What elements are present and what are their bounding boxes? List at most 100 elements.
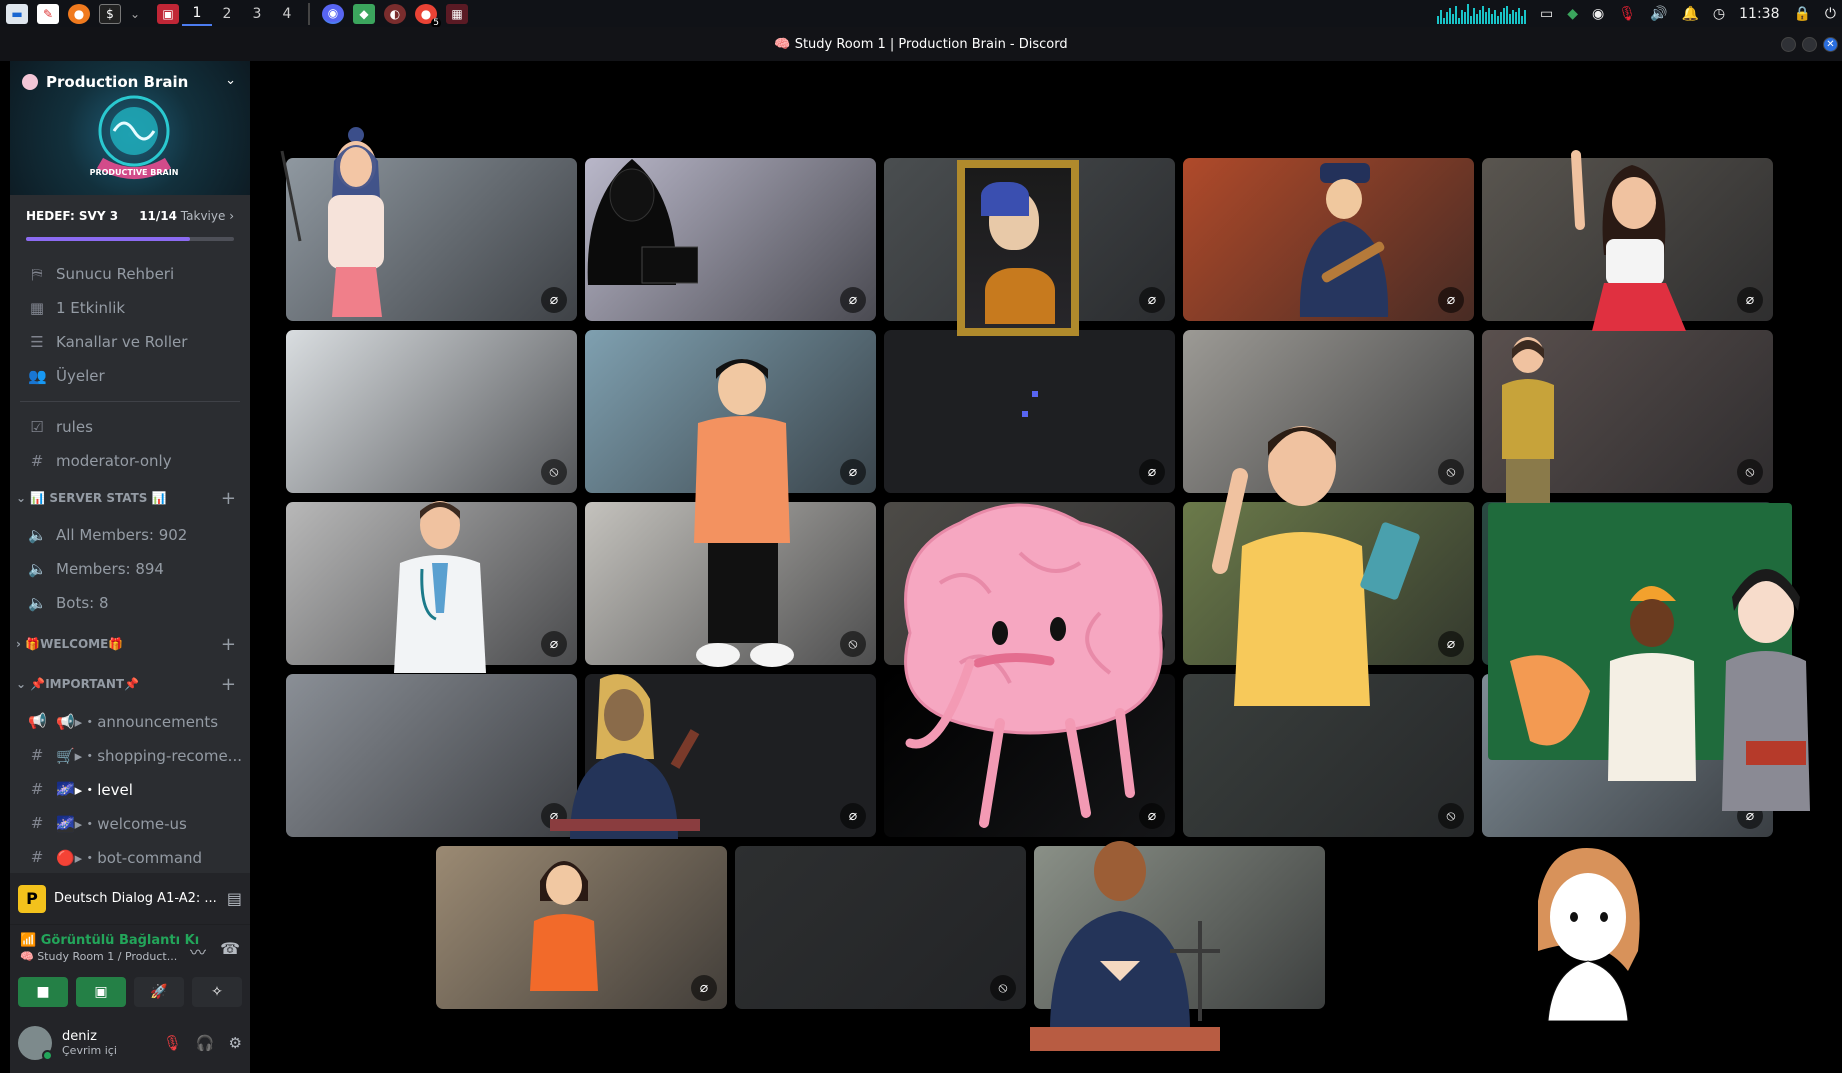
deafened-icon: ⦸ — [840, 631, 866, 657]
avatar[interactable] — [18, 1026, 53, 1061]
signal-icon: 📶 — [20, 933, 37, 948]
android-icon[interactable]: ◆ — [1567, 6, 1578, 22]
bell-icon[interactable]: 🔔 — [1681, 6, 1698, 22]
girl-presenter-sticker — [530, 861, 598, 991]
channel-bots[interactable]: 🔈 Bots: 8 — [10, 586, 250, 620]
channel-label: Members: 894 — [56, 560, 164, 578]
calendar-icon: ▦ — [29, 299, 45, 317]
files-icon[interactable]: ▬ — [6, 3, 28, 24]
nav-channels-roles[interactable]: ☰ Kanallar ve Roller — [10, 325, 250, 359]
mic-muted-icon[interactable]: 🎙 — [1618, 6, 1636, 22]
channel-rules[interactable]: ☑ rules — [10, 410, 250, 444]
nav-events[interactable]: ▦ 1 Etkinlik — [10, 291, 250, 325]
workspace-2[interactable]: 2 — [212, 2, 242, 26]
window-titlebar: 🧠 Study Room 1 | Production Brain - Disc… — [0, 27, 1842, 61]
workspace-1[interactable]: 1 — [182, 2, 212, 26]
terminal-icon[interactable]: $ — [99, 3, 121, 24]
video-tile[interactable]: ⦸ — [286, 330, 577, 493]
headphones-muted-icon[interactable]: 🎧 — [196, 1034, 215, 1052]
browser-icon[interactable]: ◐ — [384, 3, 406, 24]
channel-level[interactable]: # 🌌▸・level — [10, 772, 250, 806]
channel-members[interactable]: 🔈 Members: 894 — [10, 552, 250, 586]
noise-suppression-icon[interactable]: 〰 — [190, 939, 206, 963]
document-icon[interactable]: ✎ — [37, 3, 59, 24]
chevron-right-icon: › — [16, 637, 21, 651]
mic-muted-icon: ⌀ — [1438, 287, 1464, 313]
category-important[interactable]: ⌄ 📌IMPORTANT📌 + — [10, 664, 250, 704]
category-server-stats[interactable]: ⌄ 📊 SERVER STATS 📊 + — [10, 478, 250, 518]
gear-icon[interactable]: ⚙ — [229, 1034, 242, 1052]
discord-icon[interactable]: ◉ — [1592, 6, 1604, 22]
mic-muted-icon: ⌀ — [541, 287, 567, 313]
chevron-down-icon[interactable]: ⌄ — [225, 73, 236, 88]
activity-menu-icon[interactable]: ▤ — [227, 889, 242, 908]
channel-announcements[interactable]: 📢 📢▸・announcements — [10, 704, 250, 738]
activity-label: Deutsch Dialog A1-A2: ... — [54, 891, 217, 906]
video-tile[interactable]: ⌀ — [286, 674, 577, 837]
android-icon[interactable]: ◆ — [353, 3, 375, 24]
brain-mascot-sticker — [904, 503, 1163, 828]
channel-shopping[interactable]: # 🛒▸・shopping-recome... — [10, 738, 250, 772]
plus-icon[interactable]: + — [221, 634, 236, 655]
deafened-icon: ⦸ — [1737, 459, 1763, 485]
video-tile[interactable]: ⦸ — [735, 846, 1026, 1009]
channel-label: moderator-only — [56, 452, 172, 470]
lock-icon[interactable]: 🔒 — [1793, 6, 1810, 22]
nav-label: 1 Etkinlik — [56, 299, 126, 317]
discord-icon[interactable]: ◉ — [322, 3, 344, 24]
channel-all-members[interactable]: 🔈 All Members: 902 — [10, 518, 250, 552]
category-welcome[interactable]: › 🎁WELCOME🎁 + — [10, 624, 250, 664]
productive-brain-logo: PRODUCTIVE BRAIN — [90, 95, 178, 179]
deafened-icon: ⦸ — [990, 975, 1016, 1001]
soundboard-button[interactable]: ✧ — [192, 977, 242, 1007]
activities-button[interactable]: 🚀 — [134, 977, 184, 1007]
female-teacher-sticker — [1722, 569, 1810, 811]
chrome-icon[interactable]: ● 5 — [415, 3, 441, 28]
loading-dots-icon — [1022, 391, 1038, 417]
close-button[interactable]: ✕ — [1823, 37, 1838, 52]
category-label: 📌IMPORTANT📌 — [30, 677, 140, 691]
camera-button[interactable]: ■ — [18, 977, 68, 1007]
hash-icon: # — [30, 780, 44, 798]
workspace-3[interactable]: 3 — [242, 2, 272, 26]
channel-moderator-only[interactable]: # moderator-only — [10, 444, 250, 478]
mic-muted-icon: ⌀ — [541, 631, 567, 657]
server-header[interactable]: Production Brain — [22, 73, 188, 91]
clock-time[interactable]: 11:38 — [1739, 6, 1779, 22]
plus-icon[interactable]: + — [221, 674, 236, 695]
channel-welcome-us[interactable]: # 🌌▸・welcome-us — [10, 806, 250, 840]
activity-row[interactable]: P Deutsch Dialog A1-A2: ... ▤ — [10, 873, 250, 925]
server-boost-progress[interactable]: HEDEF: SVY 3 11/14 Takviye › — [10, 195, 250, 257]
app-icon[interactable]: ▦ — [446, 3, 468, 24]
chevron-down-icon[interactable]: ⌄ — [130, 4, 140, 24]
window-title: 🧠 Study Room 1 | Production Brain - Disc… — [774, 36, 1068, 52]
nav-label: Kanallar ve Roller — [56, 333, 188, 351]
mic-muted-icon: ⌀ — [1438, 631, 1464, 657]
speaker-lock-icon: 🔈 — [28, 560, 47, 578]
mic-muted-icon: ⌀ — [1737, 287, 1763, 313]
screen-share-button[interactable]: ▣ — [76, 977, 126, 1007]
nav-members[interactable]: 👥 Üyeler — [10, 359, 250, 393]
server-icon — [22, 74, 38, 90]
boost-label: Takviye — [180, 209, 226, 223]
doctor-sticker — [394, 501, 486, 673]
power-icon[interactable]: ⏻ — [1825, 6, 1836, 22]
disconnect-icon[interactable]: ☎ — [220, 939, 240, 963]
firefox-icon[interactable]: ● — [68, 3, 90, 24]
channel-label: 🌌▸・welcome-us — [56, 814, 187, 833]
volume-icon[interactable]: 🔊 — [1650, 6, 1667, 22]
minimize-button[interactable] — [1781, 37, 1796, 52]
clock-icon: ◷ — [1712, 5, 1726, 22]
maximize-button[interactable] — [1802, 37, 1817, 52]
app-launcher-icon[interactable]: ▣ — [157, 3, 179, 24]
screen-icon[interactable]: ▭ — [1540, 6, 1553, 22]
channel-bot-command[interactable]: # 🔴▸・bot-command — [10, 840, 250, 874]
voice-status[interactable]: Görüntülü Bağlantı Kı — [41, 933, 199, 948]
nav-server-guide[interactable]: ⛿ Sunucu Rehberi — [10, 257, 250, 291]
workspace-4[interactable]: 4 — [272, 2, 302, 26]
mic-muted-icon: ⌀ — [1139, 459, 1165, 485]
server-banner[interactable]: Production Brain ⌄ PRODUCTIVE BRAIN — [10, 61, 250, 195]
plus-icon[interactable]: + — [221, 488, 236, 509]
mic-muted-icon[interactable]: 🎙 — [163, 1034, 182, 1052]
signpost-icon: ⛿ — [31, 265, 43, 283]
